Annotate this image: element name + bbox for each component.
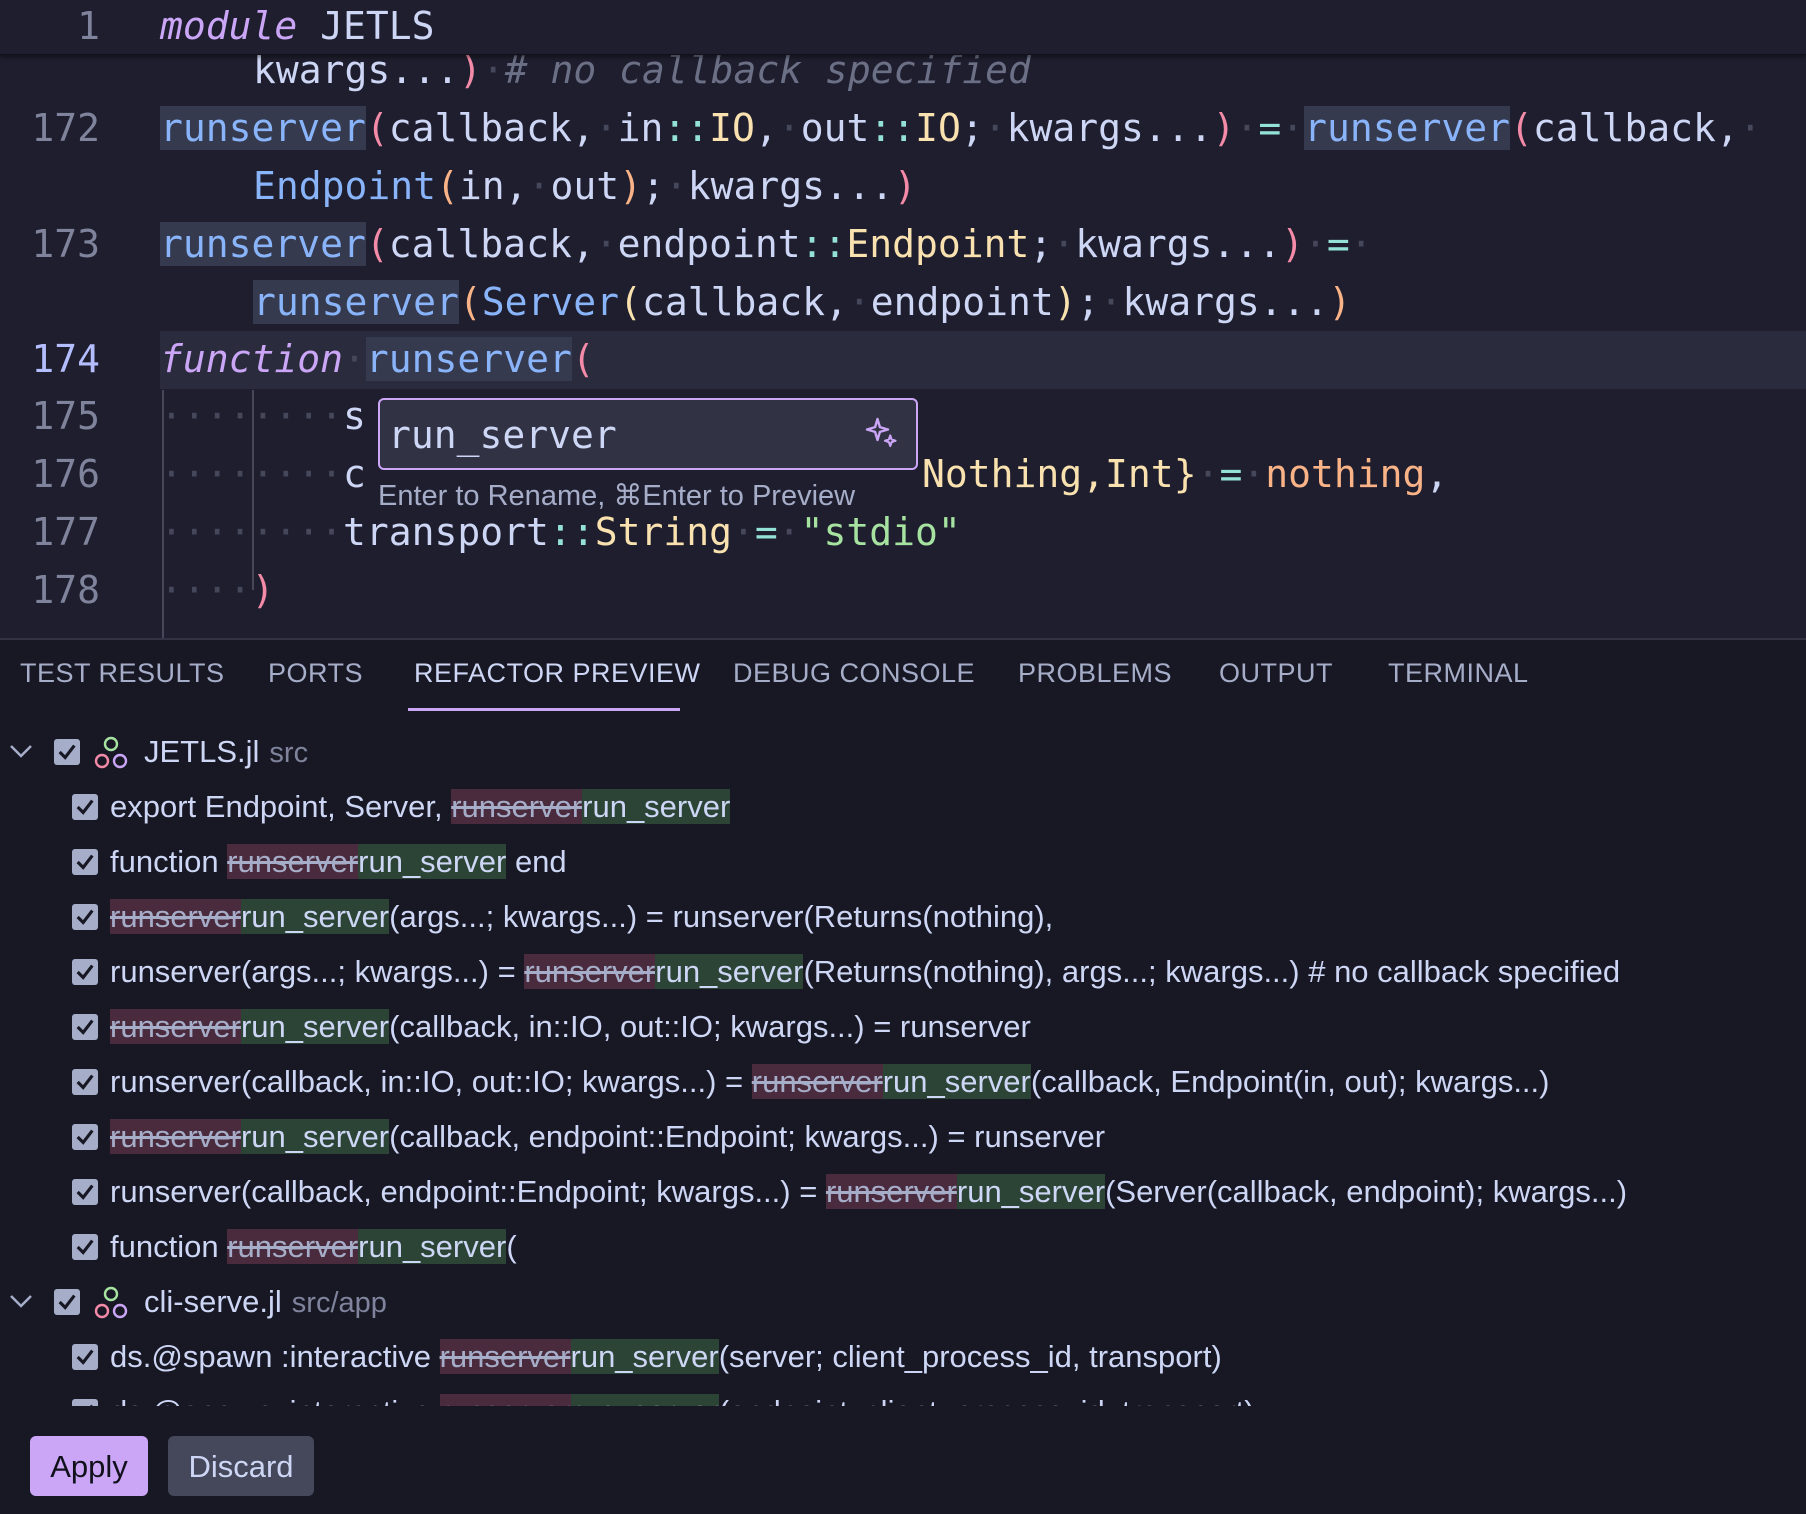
change-text: runserver(callback, in::IO, out::IO; kwa… [110, 1064, 1550, 1099]
file-name: JETLS.jl [144, 734, 260, 769]
tab-ports[interactable]: PORTS [268, 658, 363, 689]
checkbox[interactable] [72, 1124, 98, 1150]
line-number: 177 [31, 510, 100, 554]
discard-button[interactable]: Discard [168, 1436, 314, 1496]
tab-problems[interactable]: PROBLEMS [1018, 658, 1172, 689]
checkbox[interactable] [72, 904, 98, 930]
checkbox[interactable] [72, 1344, 98, 1370]
change-row[interactable]: runserver(callback, endpoint::Endpoint; … [0, 1166, 1806, 1218]
change-text: export Endpoint, Server, runserverrun_se… [110, 789, 731, 824]
file-row[interactable]: JETLS.jl src [0, 726, 1806, 778]
julia-file-icon [94, 1286, 128, 1319]
checkbox[interactable] [72, 1399, 98, 1406]
change-row[interactable]: ds.@spawn :interactive runserverrun_serv… [0, 1386, 1806, 1406]
change-text: function runserverrun_server( [110, 1229, 517, 1264]
active-tab-indicator [408, 708, 680, 711]
tab-debug-console[interactable]: DEBUG CONSOLE [733, 658, 975, 689]
code-line-fragment: Nothing,Int}·=·nothing, [922, 452, 1449, 496]
tab-refactor-preview[interactable]: REFACTOR PREVIEW [414, 658, 701, 689]
tab-terminal[interactable]: TERMINAL [1388, 658, 1529, 689]
code-line: ········c [160, 452, 366, 496]
change-row[interactable]: runserverrun_server(callback, in::IO, ou… [0, 1001, 1806, 1053]
file-path: src/app [291, 1287, 387, 1319]
rename-hint: Enter to Rename, ⌘Enter to Preview [378, 476, 918, 516]
line-number: 178 [31, 568, 100, 612]
line-number: 176 [31, 452, 100, 496]
checkbox[interactable] [72, 1234, 98, 1260]
chevron-down-icon[interactable] [6, 1286, 36, 1316]
code-line: runserver(callback,·endpoint::Endpoint;·… [160, 222, 1373, 266]
change-text: runserverrun_server(callback, endpoint::… [110, 1119, 1106, 1154]
change-row[interactable]: runserverrun_server(args...; kwargs...) … [0, 891, 1806, 943]
checkbox[interactable] [72, 794, 98, 820]
line-number: 172 [31, 106, 100, 150]
code-line: ········s [160, 394, 366, 438]
change-row[interactable]: runserver(args...; kwargs...) = runserve… [0, 946, 1806, 998]
line-number-current: 174 [31, 337, 100, 381]
change-row[interactable]: ds.@spawn :interactive runserverrun_serv… [0, 1331, 1806, 1383]
ai-sparkle-icon[interactable] [864, 416, 900, 452]
tab-test-results[interactable]: TEST RESULTS [20, 658, 225, 689]
line-number: 173 [31, 222, 100, 266]
file-path: src [269, 737, 309, 769]
chevron-down-icon[interactable] [6, 736, 36, 766]
julia-file-icon [94, 736, 128, 769]
rename-widget[interactable] [378, 398, 918, 470]
change-text: runserverrun_server(callback, in::IO, ou… [110, 1009, 1031, 1044]
code-line-current: function·runserver( [160, 337, 595, 381]
checkbox[interactable] [72, 849, 98, 875]
change-row[interactable]: export Endpoint, Server, runserverrun_se… [0, 781, 1806, 833]
change-text: runserver(callback, endpoint::Endpoint; … [110, 1174, 1628, 1209]
checkbox[interactable] [72, 1014, 98, 1040]
change-text: function runserverrun_server end [110, 844, 567, 879]
change-row[interactable]: function runserverrun_server( [0, 1221, 1806, 1273]
checkbox[interactable] [72, 1069, 98, 1095]
code-line: ········transport::String·=·"stdio" [160, 510, 961, 554]
code-line: runserver(Server(callback,·endpoint);·kw… [253, 280, 1352, 324]
change-row[interactable]: runserverrun_server(callback, endpoint::… [0, 1111, 1806, 1163]
code-editor[interactable]: 1 module JETLS kwargs...)·# no callback … [0, 0, 1806, 638]
sticky-scroll-header[interactable]: 1 module JETLS [0, 0, 1806, 55]
bottom-panel: TEST RESULTS PORTS REFACTOR PREVIEW DEBU… [0, 638, 1806, 1514]
rename-input[interactable] [388, 410, 848, 460]
panel-tabs: TEST RESULTS PORTS REFACTOR PREVIEW DEBU… [0, 640, 1806, 711]
apply-button[interactable]: Apply [30, 1436, 148, 1496]
line-number: 175 [31, 394, 100, 438]
tab-output[interactable]: OUTPUT [1219, 658, 1333, 689]
change-text: runserver(args...; kwargs...) = runserve… [110, 954, 1621, 989]
change-row[interactable]: runserver(callback, in::IO, out::IO; kwa… [0, 1056, 1806, 1108]
refactor-preview-tree[interactable]: JETLS.jl src export Endpoint, Server, run… [0, 726, 1806, 1406]
file-row[interactable]: cli-serve.jl src/app [0, 1276, 1806, 1328]
file-name: cli-serve.jl [144, 1284, 282, 1319]
checkbox[interactable] [72, 959, 98, 985]
change-text: ds.@spawn :interactive runserverrun_serv… [110, 1386, 1255, 1406]
checkbox[interactable] [54, 1289, 80, 1315]
change-row[interactable]: function runserverrun_server end [0, 836, 1806, 888]
code-line: runserver(callback,·in::IO,·out::IO;·kwa… [160, 106, 1762, 150]
change-text: ds.@spawn :interactive runserverrun_serv… [110, 1339, 1222, 1374]
change-text: runserverrun_server(args...; kwargs...) … [110, 899, 1054, 934]
checkbox[interactable] [54, 739, 80, 765]
code-line: ····) [160, 568, 275, 612]
line-number: 1 [77, 4, 100, 48]
checkbox[interactable] [72, 1179, 98, 1205]
sticky-code-line: module JETLS [160, 4, 435, 48]
code-line: Endpoint(in,·out);·kwargs...) [253, 164, 917, 208]
